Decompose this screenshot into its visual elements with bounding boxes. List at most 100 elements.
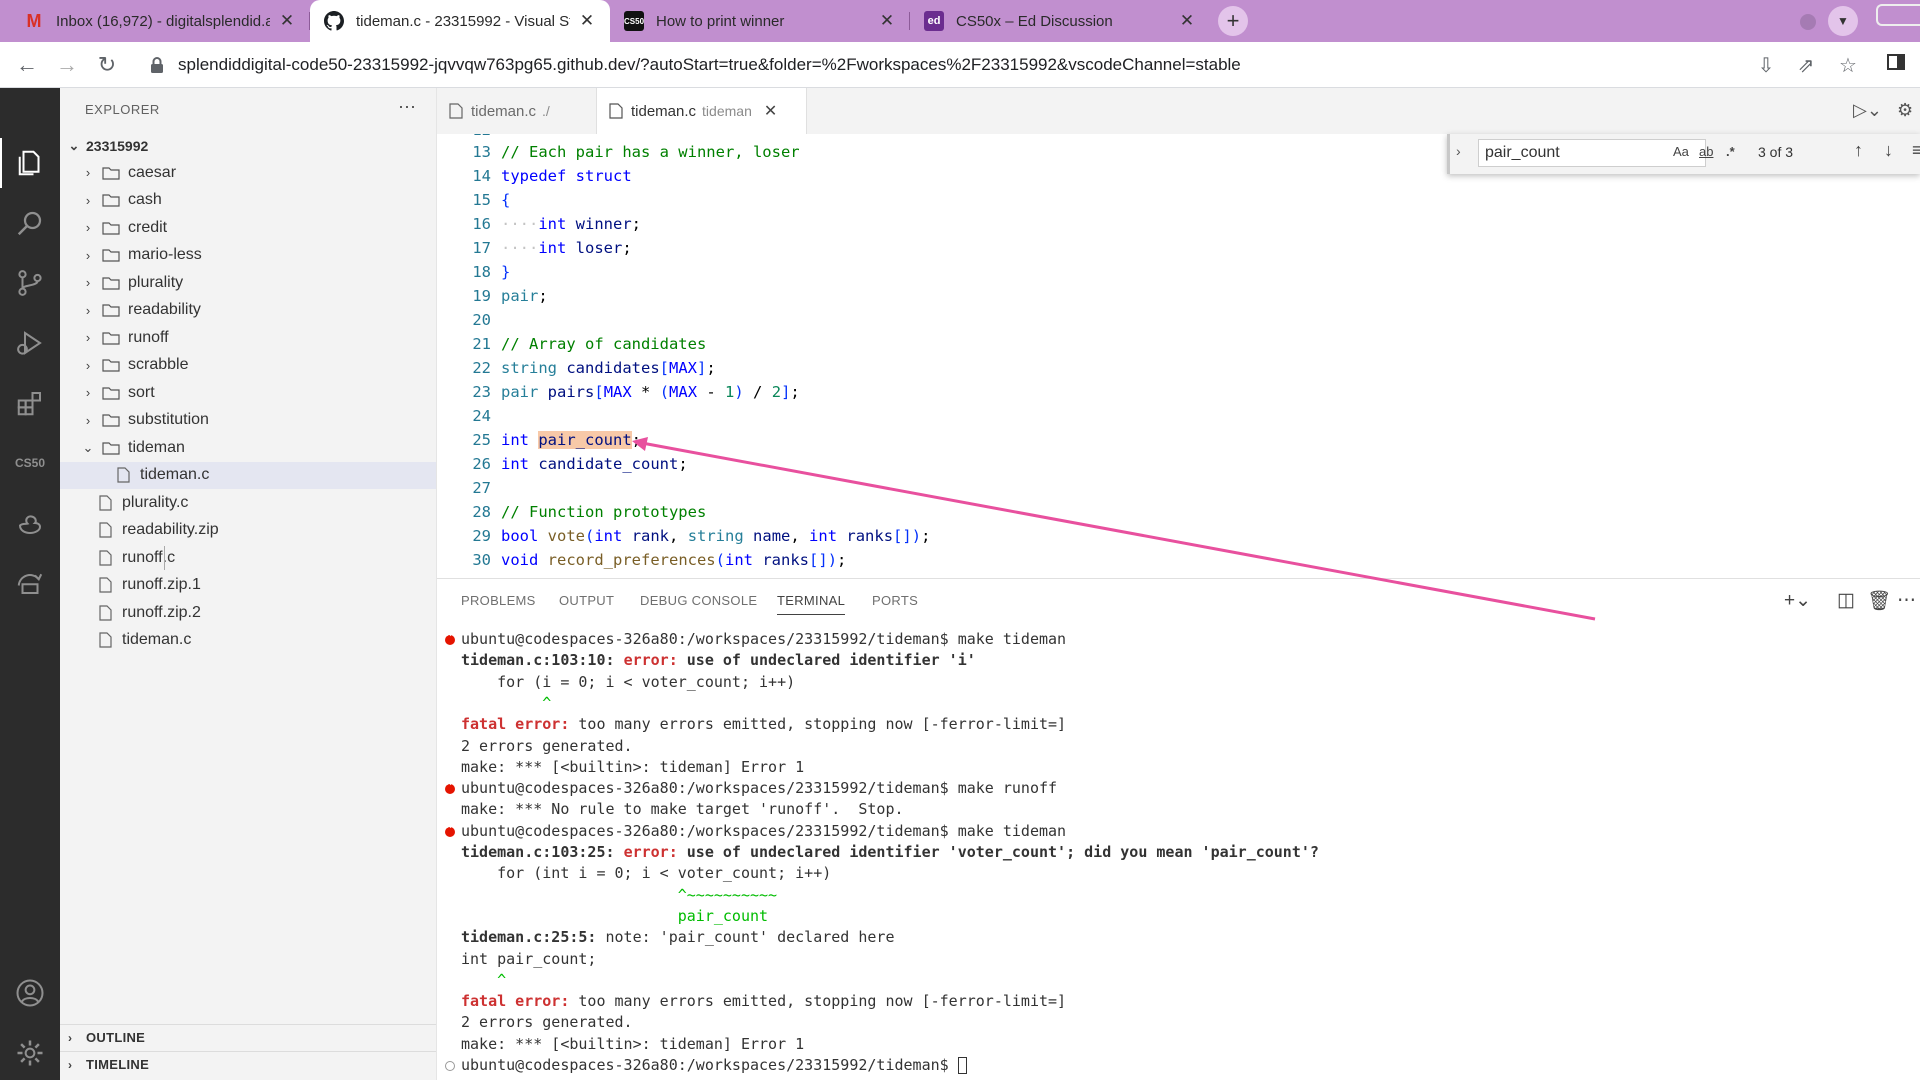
file-icon [99,494,112,511]
command-error-icon[interactable] [445,821,455,837]
folder-item[interactable]: › plurality [60,269,436,296]
account-icon[interactable] [0,968,60,1018]
command-idle-icon[interactable] [445,1061,455,1071]
chevron-right-icon: › [68,1057,73,1072]
kill-terminal-trash-icon[interactable]: 🗑 [1867,589,1891,613]
file-item[interactable]: runoff.zip.1 [60,572,436,599]
folder-item[interactable]: › sort [60,379,436,406]
folder-label: runoff [128,328,169,346]
duck-icon[interactable] [0,498,60,548]
file-item[interactable]: runoff.zip.2 [60,599,436,626]
new-terminal-plus-icon[interactable]: +⌄ [1784,589,1811,612]
source-control-icon[interactable] [0,258,60,308]
browser-tab-gmail[interactable]: M Inbox (16,972) - digitalsplendid.a ✕ [10,0,310,42]
run-code-icon[interactable]: ▷⌄ [1853,100,1882,121]
find-input[interactable]: pair_count [1478,139,1706,167]
manage-gear-icon[interactable] [0,1028,60,1078]
folder-item[interactable]: › caesar [60,159,436,186]
code-line: 30 void record_preferences(int ranks[]); [437,548,846,572]
timeline-section[interactable]: › TIMELINE [60,1051,436,1077]
editor-tab-tideman-active[interactable]: tideman.c tideman ✕ [597,88,807,134]
editor-tab-label: tideman.c [471,102,537,120]
close-tab-icon[interactable]: ✕ [278,11,296,31]
lock-icon[interactable] [150,56,164,74]
bookmark-star-icon[interactable]: ☆ [1834,52,1862,80]
code-line: 15 { [437,188,510,212]
close-tab-icon[interactable]: ✕ [578,11,596,31]
window-minimize-button[interactable] [1876,4,1920,26]
tab-search-chevron-icon[interactable]: ▼ [1828,6,1858,36]
settings-gear-icon[interactable]: ⚙ [1897,100,1913,121]
folder-item[interactable]: › scrabble [60,352,436,379]
whole-word-toggle[interactable]: ab [1699,144,1713,159]
back-arrow-icon[interactable]: ← [12,50,42,80]
reload-icon[interactable]: ↻ [92,50,122,80]
tab-ports[interactable]: PORTS [872,593,918,608]
close-icon[interactable]: ✕ [764,101,777,121]
extensions-icon[interactable] [0,378,60,428]
split-terminal-icon[interactable]: ◫ [1837,589,1855,612]
line-number: 13 [472,143,491,161]
remote-explorer-icon[interactable] [0,558,60,608]
terminal-line: ubuntu@codespaces-326a80:/workspaces/233… [461,1055,967,1076]
side-panel-icon[interactable] [1882,52,1910,80]
find-in-selection-icon[interactable]: ≡ [1912,140,1920,161]
file-item-selected[interactable]: tideman.c [60,461,436,489]
next-match-arrow-icon[interactable]: ↓ [1884,140,1893,161]
browser-tab-vscode[interactable]: tideman.c - 23315992 - Visual St ✕ [310,0,610,42]
url-field[interactable]: splendiddigital-code50-23315992-jqvvqw76… [178,55,1241,75]
editor-tab-tideman-root[interactable]: tideman.c ./ [437,88,597,134]
folder-item[interactable]: › credit [60,214,436,241]
tab-problems[interactable]: PROBLEMS [461,593,536,608]
share-icon[interactable]: ⇗ [1792,52,1820,80]
file-label: runoff.c [122,548,176,566]
tab-output[interactable]: OUTPUT [559,593,614,608]
regex-toggle[interactable]: .* [1726,144,1735,159]
more-actions-icon[interactable]: ⋯ [1897,589,1916,612]
file-item[interactable]: readability.zip [60,517,436,544]
more-actions-icon[interactable]: ··· [398,96,416,117]
tab-debug-console[interactable]: DEBUG CONSOLE [640,593,757,608]
folder-item[interactable]: › mario-less [60,242,436,269]
folder-item[interactable]: › runoff [60,324,436,351]
outline-section[interactable]: › OUTLINE [60,1024,436,1050]
chevron-right-icon: › [85,165,91,180]
code-editor[interactable]: 1213// Each pair has a winner, loser14ty… [437,134,1920,578]
line-code: { [501,191,511,209]
previous-match-arrow-icon[interactable]: ↑ [1854,140,1863,161]
file-icon [117,467,130,483]
file-item[interactable]: runoff.c [60,544,436,571]
file-item[interactable]: tideman.c [60,627,436,654]
install-app-icon[interactable]: ⇩ [1752,52,1780,80]
explorer-icon[interactable] [0,138,60,188]
chevron-down-icon: ⌄ [68,137,80,153]
command-error-icon[interactable] [445,778,455,795]
folder-item-open[interactable]: ⌄ tideman [60,434,436,461]
outline-label: OUTLINE [86,1030,146,1045]
browser-tab-ed-discussion[interactable]: ed CS50x – Ed Discussion ✕ [910,0,1210,42]
browser-tab-how-to-print[interactable]: CS50 How to print winner ✕ [610,0,910,42]
toggle-replace-chevron-icon[interactable]: › [1456,143,1461,159]
code-line: 25 int pair_count; [437,428,641,452]
line-number: 29 [472,527,491,545]
close-tab-icon[interactable]: ✕ [878,11,896,31]
folder-item[interactable]: › readability [60,297,436,324]
folder-item[interactable]: › substitution [60,407,436,434]
line-code: bool vote(int rank, string name, int ran… [501,527,931,545]
command-error-icon[interactable] [445,629,455,645]
line-number: 21 [472,335,491,353]
new-tab-button[interactable]: + [1218,6,1248,36]
close-tab-icon[interactable]: ✕ [1178,11,1196,31]
cs50-icon: CS50 [624,11,644,31]
folder-item[interactable]: › cash [60,187,436,214]
forward-arrow-icon[interactable]: → [52,50,82,80]
search-icon[interactable] [0,198,60,248]
terminal-output[interactable]: ubuntu@codespaces-326a80:/workspaces/233… [437,629,1920,1079]
run-debug-icon[interactable] [0,318,60,368]
cs50-icon[interactable]: CS50 [0,438,60,488]
terminal-line: make: *** [<builtin>: tideman] Error 1 [461,1034,805,1053]
workspace-root[interactable]: ⌄ 23315992 [60,132,436,159]
match-case-toggle[interactable]: Aa [1673,144,1689,159]
file-item[interactable]: plurality.c [60,489,436,516]
tab-terminal[interactable]: TERMINAL [777,593,846,615]
